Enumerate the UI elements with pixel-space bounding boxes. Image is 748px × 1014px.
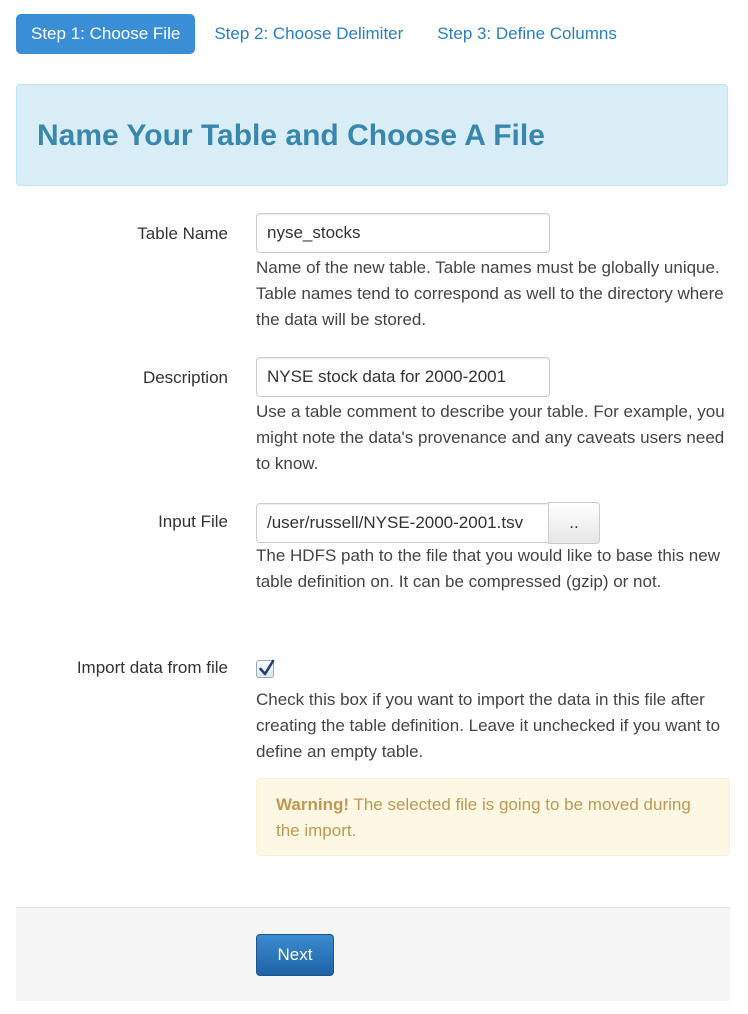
description-input[interactable] bbox=[256, 357, 550, 397]
description-help: Use a table comment to describe your tab… bbox=[256, 402, 725, 473]
next-button[interactable]: Next bbox=[256, 934, 334, 976]
input-file-path-input[interactable] bbox=[256, 503, 549, 543]
tab-step-3-define-columns[interactable]: Step 3: Define Columns bbox=[422, 14, 632, 54]
tab-step-1-choose-file[interactable]: Step 1: Choose File bbox=[16, 14, 196, 54]
import-data-help: Check this box if you want to import the… bbox=[256, 690, 721, 761]
description-label: Description bbox=[142, 368, 228, 387]
warning-title: Warning! bbox=[276, 795, 350, 814]
table-name-help: Name of the new table. Table names must … bbox=[256, 258, 724, 329]
browse-file-button[interactable]: .. bbox=[548, 502, 600, 544]
tab-step-2-choose-delimiter[interactable]: Step 2: Choose Delimiter bbox=[199, 14, 418, 54]
table-name-input[interactable] bbox=[256, 213, 550, 253]
page-header: Name Your Table and Choose A File bbox=[16, 84, 728, 186]
form-actions: Next bbox=[16, 907, 730, 1001]
checkmark-icon bbox=[259, 659, 275, 676]
page-title: Name Your Table and Choose A File bbox=[37, 119, 545, 152]
input-file-label: Input File bbox=[158, 512, 228, 531]
wizard-steps: Step 1: Choose File Step 2: Choose Delim… bbox=[16, 14, 636, 54]
warning-alert: Warning! The selected file is going to b… bbox=[256, 778, 730, 856]
import-data-label: Import data from file bbox=[76, 658, 228, 677]
input-file-help: The HDFS path to the file that you would… bbox=[256, 546, 720, 591]
import-data-checkbox[interactable] bbox=[256, 659, 275, 678]
table-name-label: Table Name bbox=[137, 224, 228, 243]
create-table-wizard: Step 1: Choose File Step 2: Choose Delim… bbox=[0, 0, 748, 1014]
